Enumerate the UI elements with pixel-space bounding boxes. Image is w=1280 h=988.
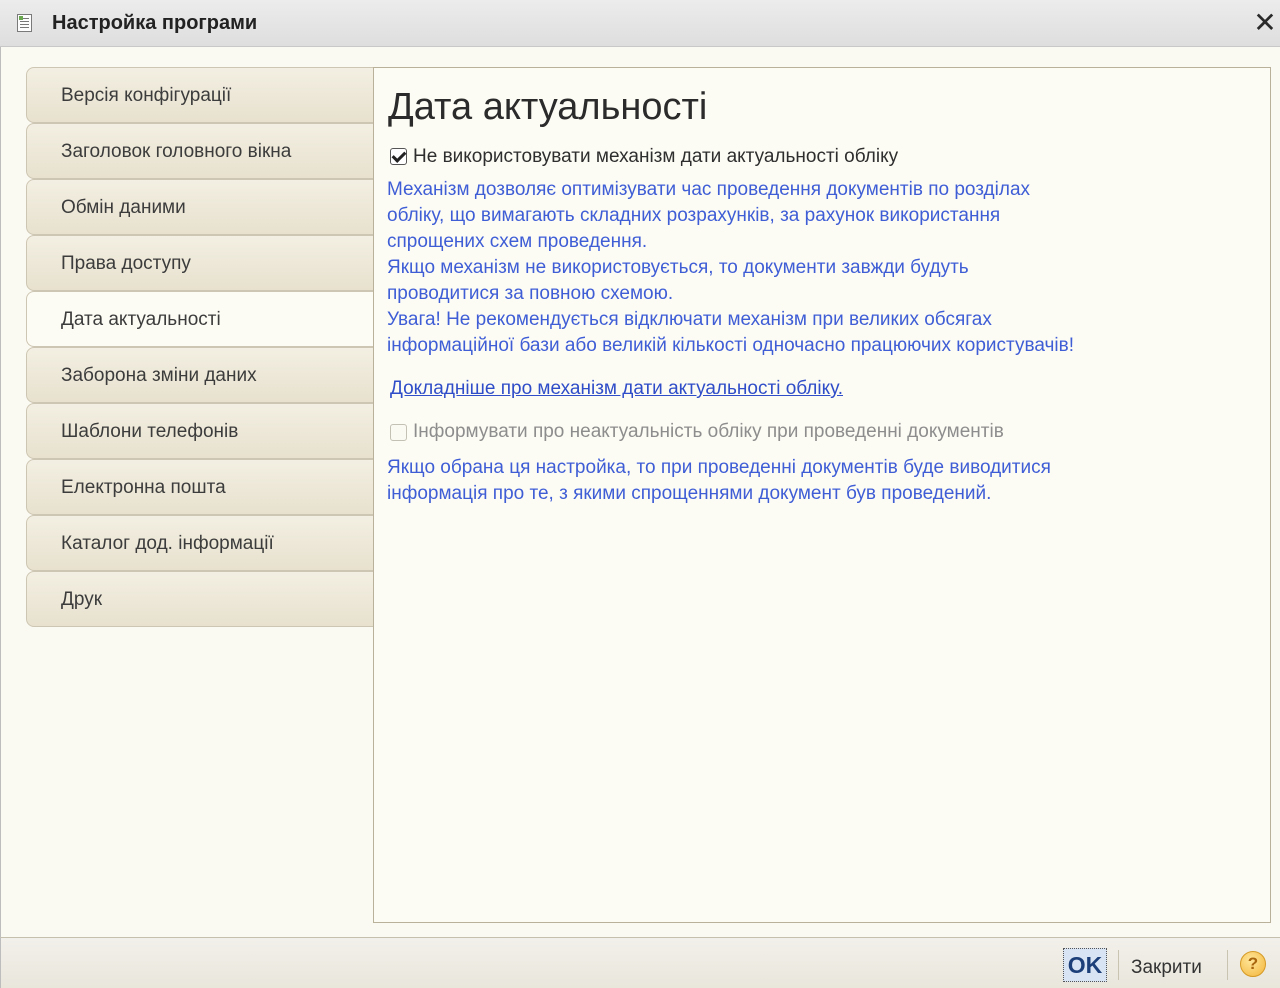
- mechanism-description: Механізм дозволяє оптимізувати час прове…: [387, 179, 1074, 356]
- tab-label: Обмін даними: [61, 197, 186, 218]
- tab-print[interactable]: Друк: [26, 571, 374, 627]
- disable-actuality-mechanism-label[interactable]: Не використовувати механізм дати актуаль…: [413, 146, 898, 168]
- settings-document-icon: [17, 14, 32, 32]
- tab-label: Шаблони телефонів: [61, 421, 239, 442]
- tab-access-rights[interactable]: Права доступу: [26, 235, 374, 291]
- tab-label: Електронна пошта: [61, 477, 226, 498]
- tab-content-panel: Дата актуальності Не використовувати мех…: [373, 67, 1271, 923]
- button-separator: [1118, 950, 1119, 980]
- tab-actuality-date[interactable]: Дата актуальності: [26, 291, 374, 347]
- dialog-footer: OK Закрити ?: [0, 937, 1280, 988]
- tab-label: Версія конфігурації: [61, 85, 232, 106]
- window-title: Настройка програми: [52, 12, 258, 34]
- tab-phone-templates[interactable]: Шаблони телефонів: [26, 403, 374, 459]
- inform-description: Якщо обрана ця настройка, то при проведе…: [387, 457, 1051, 504]
- close-button[interactable]: Закрити: [1131, 957, 1202, 979]
- tab-additional-info-catalog[interactable]: Каталог дод. інформації: [26, 515, 374, 571]
- tab-email[interactable]: Електронна пошта: [26, 459, 374, 515]
- help-icon[interactable]: ?: [1240, 951, 1266, 977]
- tab-main-window-title[interactable]: Заголовок головного вікна: [26, 123, 374, 179]
- button-separator: [1227, 950, 1228, 980]
- inform-not-actual-checkbox[interactable]: [390, 424, 407, 441]
- tab-label: Заголовок головного вікна: [61, 141, 292, 162]
- tab-label: Дата актуальності: [61, 309, 221, 330]
- more-info-link[interactable]: Докладніше про механізм дати актуальност…: [390, 378, 843, 400]
- tab-label: Права доступу: [61, 253, 191, 274]
- tab-data-change-ban[interactable]: Заборона зміни даних: [26, 347, 374, 403]
- disable-actuality-mechanism-checkbox[interactable]: [390, 148, 407, 165]
- title-bar: Настройка програми ✕: [0, 0, 1280, 47]
- tab-config-version[interactable]: Версія конфігурації: [26, 67, 374, 123]
- page-title: Дата актуальності: [388, 86, 708, 128]
- tab-label: Друк: [61, 589, 103, 610]
- tab-label: Заборона зміни даних: [61, 365, 257, 386]
- settings-window: Настройка програми ✕ Версія конфігурації…: [0, 0, 1280, 988]
- inform-not-actual-label[interactable]: Інформувати про неактуальність обліку пр…: [413, 421, 1004, 443]
- tab-data-exchange[interactable]: Обмін даними: [26, 179, 374, 235]
- close-window-button[interactable]: ✕: [1250, 9, 1280, 37]
- dialog-body: Версія конфігурації Заголовок головного …: [0, 47, 1280, 937]
- tab-label: Каталог дод. інформації: [61, 533, 274, 554]
- ok-button[interactable]: OK: [1063, 948, 1107, 982]
